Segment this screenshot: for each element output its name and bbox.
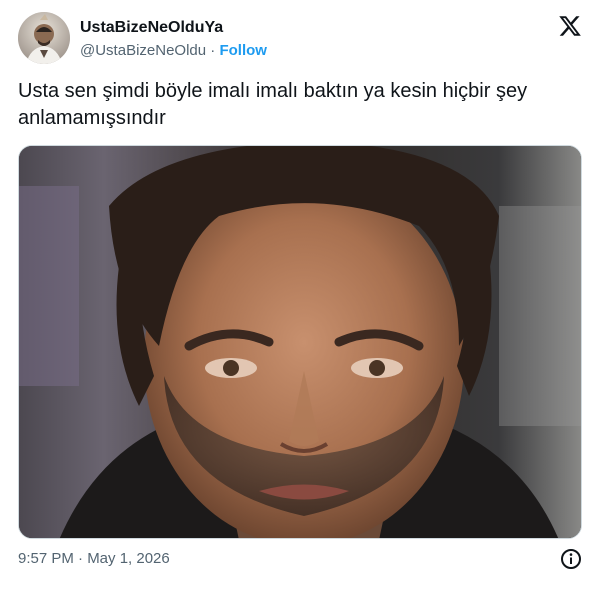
avatar[interactable] (18, 12, 70, 64)
tweet-footer: 9:57 PM · May 1, 2026 (18, 548, 582, 572)
author-names: UstaBizeNeOlduYa @UstaBizeNeOldu · Follo… (80, 18, 267, 61)
separator-dot: · (210, 42, 216, 59)
follow-button[interactable]: Follow (219, 42, 267, 59)
info-icon[interactable] (560, 548, 582, 570)
x-logo-icon[interactable] (558, 14, 582, 38)
display-name[interactable]: UstaBizeNeOlduYa (80, 18, 267, 38)
tweet-header: UstaBizeNeOlduYa @UstaBizeNeOldu · Follo… (18, 12, 582, 68)
handle-row: @UstaBizeNeOldu · Follow (80, 41, 267, 61)
timestamp[interactable]: 9:57 PM · May 1, 2026 (18, 550, 170, 567)
photo-of-man-icon (19, 146, 581, 538)
tweet-text: Usta sen şimdi böyle imalı imalı baktın … (18, 80, 528, 129)
tweet-media-image[interactable] (18, 145, 582, 539)
handle[interactable]: @UstaBizeNeOldu (80, 42, 206, 59)
